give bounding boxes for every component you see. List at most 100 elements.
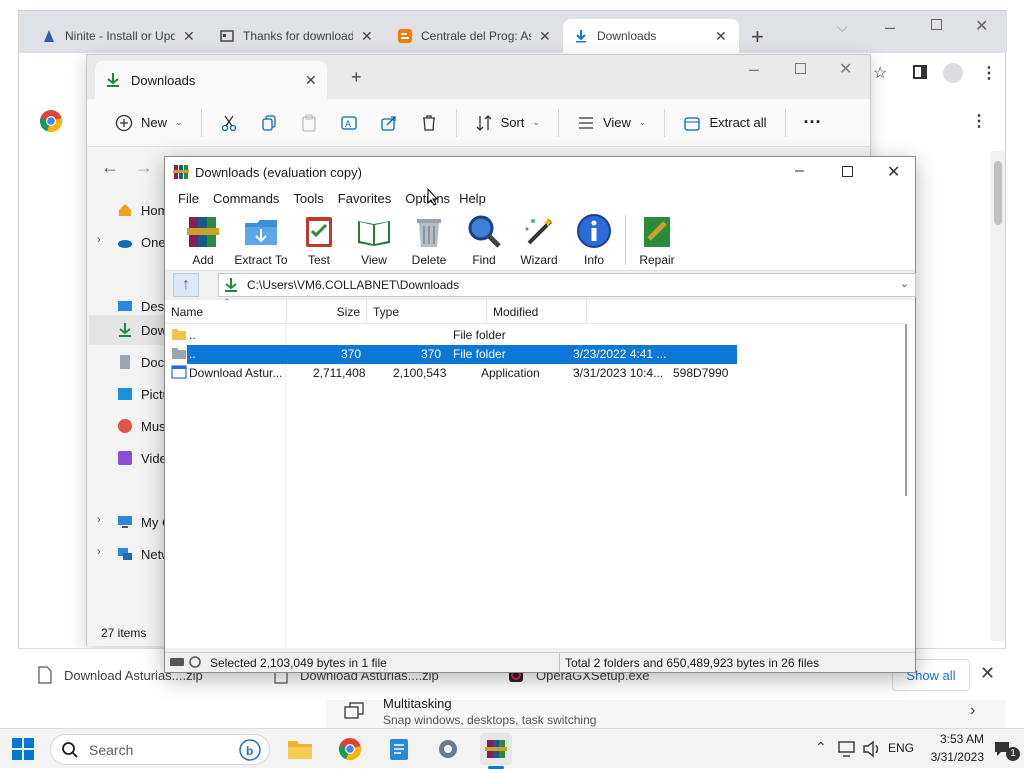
browser-tab-ninite[interactable]: Ninite - Install or Upd ✕ bbox=[31, 19, 211, 53]
back-icon[interactable]: ← bbox=[101, 157, 119, 178]
tab-search-chevron-icon[interactable]: ⌵ bbox=[837, 19, 848, 36]
clock-date[interactable]: 3/31/2023 bbox=[920, 750, 984, 764]
repair-button[interactable]: Repair bbox=[628, 213, 686, 269]
close-icon[interactable]: ✕ bbox=[539, 28, 551, 45]
add-archive-icon bbox=[187, 217, 219, 247]
browser-tab-thanks[interactable]: Thanks for download ✕ bbox=[209, 19, 387, 53]
divider bbox=[664, 108, 666, 137]
close-icon[interactable]: ✕ bbox=[839, 59, 852, 79]
winrar-file-list[interactable]: ⌃ Name Size Type Modified .. File folder… bbox=[165, 297, 915, 648]
multitasking-tip[interactable]: Multitasking Snap windows, desktops, tas… bbox=[326, 696, 1006, 728]
file-explorer-taskbar-icon[interactable] bbox=[284, 733, 316, 765]
column-header-modified[interactable]: Modified bbox=[487, 300, 587, 324]
explorer-tab-downloads[interactable]: Downloads ✕ bbox=[95, 61, 327, 99]
maximize-icon[interactable] bbox=[795, 63, 806, 74]
delete-button[interactable] bbox=[410, 106, 448, 140]
paste-button[interactable] bbox=[290, 106, 328, 140]
page-menu-dots-icon[interactable]: ⋮ bbox=[971, 111, 987, 131]
close-download-bar-icon[interactable]: ✕ bbox=[980, 663, 995, 684]
close-icon[interactable]: ✕ bbox=[715, 28, 727, 45]
minimize-icon[interactable]: – bbox=[795, 162, 804, 180]
device-monitor-icon[interactable] bbox=[838, 740, 856, 758]
forward-icon[interactable]: → bbox=[135, 157, 153, 178]
toolbar-label: Extract To bbox=[234, 253, 288, 267]
chevron-right-icon[interactable]: › bbox=[97, 514, 101, 526]
browser-tab-centrale[interactable]: Centrale del Prog: As ✕ bbox=[387, 19, 563, 53]
table-row[interactable]: .. File folder bbox=[165, 326, 915, 345]
mouse-cursor-icon bbox=[427, 188, 439, 206]
magic-wand-icon bbox=[525, 217, 553, 245]
menu-tools[interactable]: Tools bbox=[286, 191, 330, 206]
scrollbar-thumb[interactable] bbox=[994, 161, 1002, 225]
copy-button[interactable] bbox=[250, 106, 288, 140]
profile-avatar-icon[interactable] bbox=[943, 63, 963, 83]
chevron-down-icon[interactable]: ⌄ bbox=[900, 277, 909, 290]
download-icon bbox=[223, 277, 239, 293]
rename-button[interactable]: A bbox=[330, 106, 368, 140]
path-combobox[interactable]: C:\Users\VM6.COLLABNET\Downloads ⌄ bbox=[218, 273, 916, 297]
menu-file[interactable]: File bbox=[171, 191, 206, 206]
winrar-taskbar-icon[interactable] bbox=[480, 733, 512, 765]
menu-dots-icon[interactable]: ⋮ bbox=[981, 63, 997, 83]
find-button[interactable]: Find bbox=[455, 213, 513, 269]
minimize-icon[interactable]: – bbox=[885, 17, 895, 38]
item-count: 27 items bbox=[101, 626, 147, 640]
browser-tab-label: Centrale del Prog: As bbox=[421, 29, 531, 43]
sort-button[interactable]: Sort ⌄ bbox=[465, 106, 550, 140]
new-tab-button[interactable]: + bbox=[751, 24, 764, 50]
menu-commands[interactable]: Commands bbox=[206, 191, 286, 206]
taskbar-search-box[interactable]: Search b bbox=[50, 734, 270, 765]
speaker-icon[interactable] bbox=[862, 740, 882, 758]
sidepanel-icon[interactable] bbox=[913, 65, 927, 79]
list-scrollbar[interactable] bbox=[903, 324, 915, 648]
column-header-type[interactable]: Type bbox=[367, 300, 487, 324]
magnifier-icon bbox=[468, 215, 501, 248]
wizard-button[interactable]: Wizard bbox=[510, 213, 568, 269]
column-header-name[interactable]: Name bbox=[165, 300, 287, 324]
close-icon[interactable]: ✕ bbox=[887, 162, 900, 182]
view-button[interactable]: View bbox=[345, 213, 403, 269]
up-folder-button[interactable]: ↑ bbox=[173, 273, 199, 297]
extract-all-button[interactable]: Extract all bbox=[673, 106, 776, 140]
extract-to-button[interactable]: Extract To bbox=[232, 213, 290, 269]
share-button[interactable] bbox=[370, 106, 408, 140]
chevron-right-icon[interactable]: › bbox=[97, 234, 101, 246]
explorer-new-tab-button[interactable]: + bbox=[351, 67, 362, 88]
more-options-button[interactable]: ··· bbox=[794, 106, 832, 140]
clock-time[interactable]: 3:53 AM bbox=[924, 732, 984, 746]
close-icon[interactable]: ✕ bbox=[361, 28, 373, 45]
chevron-right-icon[interactable]: › bbox=[97, 546, 101, 558]
winrar-toolbar: Add Extract To Test View Delete Find Wiz… bbox=[165, 209, 915, 271]
close-icon[interactable]: ✕ bbox=[975, 16, 988, 36]
table-row-selected[interactable]: .. 370 370 File folder 3/23/2022 4:41 ..… bbox=[165, 345, 915, 364]
new-button[interactable]: New ⌄ bbox=[105, 106, 193, 140]
close-icon[interactable]: ✕ bbox=[305, 72, 317, 89]
scrollbar-thumb[interactable] bbox=[905, 324, 907, 496]
view-button[interactable]: View ⌄ bbox=[567, 106, 657, 140]
delete-button[interactable]: Delete bbox=[400, 213, 458, 269]
add-button[interactable]: Add bbox=[174, 213, 232, 269]
minimize-icon[interactable]: – bbox=[749, 59, 759, 80]
close-icon[interactable]: ✕ bbox=[183, 28, 195, 45]
chrome-taskbar-icon[interactable] bbox=[334, 733, 366, 765]
test-button[interactable]: Test bbox=[290, 213, 348, 269]
language-indicator[interactable]: ENG bbox=[888, 741, 914, 755]
settings-taskbar-icon[interactable] bbox=[432, 733, 464, 765]
toolbar-label: View bbox=[361, 253, 387, 267]
info-button[interactable]: Info bbox=[565, 213, 623, 269]
chevron-right-icon[interactable]: › bbox=[970, 702, 975, 720]
column-header-size[interactable]: Size bbox=[287, 300, 367, 324]
chevron-up-icon[interactable]: ⌃ bbox=[815, 739, 827, 756]
browser-tab-downloads[interactable]: Downloads ✕ bbox=[563, 19, 739, 53]
cut-button[interactable] bbox=[210, 106, 248, 140]
notepad-taskbar-icon[interactable] bbox=[383, 733, 415, 765]
windows-start-icon[interactable] bbox=[12, 738, 34, 760]
divider bbox=[200, 108, 202, 137]
star-icon[interactable]: ☆ bbox=[873, 63, 887, 83]
table-row[interactable]: Download Astur... 2,711,408 2,100,543 Ap… bbox=[165, 364, 915, 383]
maximize-icon[interactable] bbox=[931, 19, 942, 30]
menu-favorites[interactable]: Favorites bbox=[331, 191, 398, 206]
maximize-icon[interactable] bbox=[842, 166, 853, 177]
menu-help[interactable]: Help bbox=[457, 191, 493, 206]
browser-scrollbar[interactable] bbox=[991, 151, 1005, 641]
